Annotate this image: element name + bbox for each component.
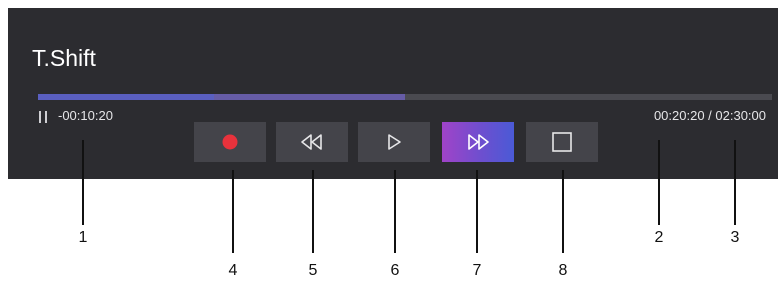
stop-button[interactable]	[526, 122, 598, 162]
callout-number: 4	[228, 262, 238, 279]
callout-number: 5	[308, 262, 318, 279]
rewind-icon	[301, 134, 322, 150]
callout-line-1	[82, 140, 84, 225]
callout-line-7	[476, 170, 478, 253]
callout-line-5	[312, 170, 314, 253]
pause-icon	[38, 111, 48, 123]
callout-line-4	[232, 170, 234, 253]
progress-bar[interactable]	[38, 94, 772, 100]
progress-watched	[38, 94, 214, 100]
play-icon	[388, 134, 401, 150]
callout-number: 6	[390, 262, 400, 279]
callout-number: 7	[472, 262, 482, 279]
callout-line-3	[734, 140, 736, 225]
progress-buffered	[214, 94, 405, 100]
record-button[interactable]	[194, 122, 266, 162]
stop-icon	[552, 132, 572, 152]
fast-forward-button[interactable]	[442, 122, 514, 162]
callout-number: 3	[730, 229, 740, 246]
callout-line-8	[562, 170, 564, 253]
current-total-time: 00:20:20 / 02:30:00	[653, 108, 766, 123]
callout-number: 8	[558, 262, 568, 279]
rewind-button[interactable]	[276, 122, 348, 162]
callout-number: 2	[654, 229, 664, 246]
play-button[interactable]	[358, 122, 430, 162]
callout-line-6	[394, 170, 396, 253]
callout-number: 1	[78, 229, 88, 246]
timeshift-time: -00:10:20	[58, 108, 113, 123]
tshift-panel: T.Shift -00:10:20 00:20:20 / 02:30:00	[8, 8, 778, 179]
page-title: T.Shift	[32, 45, 96, 71]
fast-forward-icon	[468, 134, 489, 150]
callout-line-2	[658, 140, 660, 225]
record-icon	[222, 134, 238, 150]
